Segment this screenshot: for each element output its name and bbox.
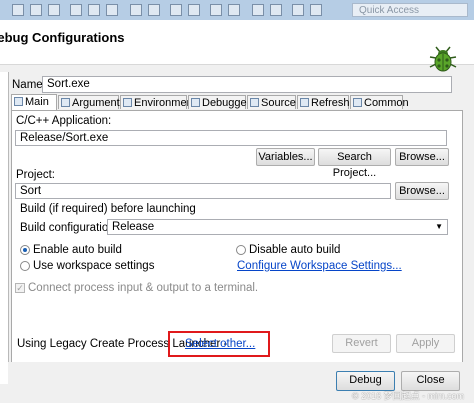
build-configuration-select[interactable]: Release ▼ — [107, 219, 448, 235]
browse-application-button[interactable]: Browse... — [395, 148, 449, 166]
watermark: © 2016 梦回起点 - mim.com — [352, 391, 465, 401]
refresh-tab-icon — [300, 98, 309, 107]
toolbar-icon[interactable] — [106, 4, 118, 16]
name-label: Name: — [12, 79, 46, 91]
tab-label: Main — [25, 96, 49, 108]
disable-auto-build-label: Disable auto build — [249, 244, 341, 256]
bug-icon — [429, 46, 457, 72]
debugger-tab-icon — [191, 98, 200, 107]
tab-bar: Main Arguments Environment Debugger Sour… — [11, 94, 459, 110]
toolbar-icon[interactable] — [170, 4, 182, 16]
quick-access-input[interactable]: Quick Access — [352, 3, 468, 17]
tab-label: Common — [364, 97, 409, 109]
toolbar-icon[interactable] — [12, 4, 24, 16]
tab-debugger[interactable]: Debugger — [188, 95, 250, 109]
connect-process-label: Connect process input & output to a term… — [28, 282, 259, 294]
tab-environment[interactable]: Environment — [120, 95, 196, 109]
application-label: C/C++ Application: — [16, 115, 112, 127]
toolbar-icon[interactable] — [188, 4, 200, 16]
tab-label: Debugger — [202, 97, 251, 109]
disable-auto-build-radio[interactable] — [236, 245, 246, 255]
toolbar-icon[interactable] — [88, 4, 100, 16]
enable-auto-build-radio[interactable] — [20, 245, 30, 255]
variables-button[interactable]: Variables... — [256, 148, 315, 166]
source-tab-icon — [250, 98, 259, 107]
toolbar-icon[interactable] — [148, 4, 160, 16]
configuration-list-edge[interactable] — [0, 72, 9, 384]
dialog-title-area: Debug Configurations — [0, 20, 474, 72]
toolbar-icon[interactable] — [228, 4, 240, 16]
toolbar-icon[interactable] — [70, 4, 82, 16]
arguments-tab-icon — [61, 98, 70, 107]
window-toolbar-strip: Quick Access — [0, 0, 474, 21]
build-heading: Build (if required) before launching — [20, 203, 196, 215]
close-button[interactable]: Close — [401, 371, 460, 391]
revert-button[interactable]: Revert — [332, 334, 391, 353]
tab-refresh[interactable]: Refresh — [297, 95, 350, 109]
apply-button[interactable]: Apply — [396, 334, 455, 353]
project-label: Project: — [16, 169, 55, 181]
toolbar-icon[interactable] — [130, 4, 142, 16]
toolbar-icon[interactable] — [270, 4, 282, 16]
configure-workspace-settings-link[interactable]: Configure Workspace Settings... — [237, 260, 402, 272]
search-project-button[interactable]: Search Project... — [318, 148, 391, 179]
enable-auto-build-label: Enable auto build — [33, 244, 122, 256]
use-workspace-settings-label: Use workspace settings — [33, 260, 155, 272]
toolbar-icon[interactable] — [292, 4, 304, 16]
connect-process-checkbox[interactable]: ✓ — [15, 283, 25, 293]
dialog-title: Debug Configurations — [0, 30, 125, 45]
browse-project-button[interactable]: Browse... — [395, 182, 449, 200]
toolbar-icon[interactable] — [252, 4, 264, 16]
toolbar-icon[interactable] — [310, 4, 322, 16]
debug-button[interactable]: Debug — [336, 371, 395, 391]
tab-main[interactable]: Main — [11, 94, 57, 110]
environment-tab-icon — [123, 98, 132, 107]
main-tab-icon — [14, 97, 23, 106]
build-configuration-label: Build configuration: — [20, 222, 118, 234]
tab-label: Environment — [134, 97, 196, 109]
tab-label: Arguments — [72, 97, 126, 109]
highlight-box — [168, 331, 270, 357]
toolbar-icon[interactable] — [48, 4, 60, 16]
tab-common[interactable]: Common — [350, 95, 409, 109]
use-workspace-settings-radio[interactable] — [20, 261, 30, 271]
application-field[interactable]: Release/Sort.exe — [15, 130, 447, 146]
common-tab-icon — [353, 98, 362, 107]
toolbar-icon[interactable] — [210, 4, 222, 16]
tab-arguments[interactable]: Arguments — [58, 95, 125, 109]
project-field[interactable]: Sort — [15, 183, 391, 199]
tab-source[interactable]: Source — [247, 95, 296, 109]
tab-label: Source — [261, 97, 296, 109]
toolbar-icon[interactable] — [30, 4, 42, 16]
chevron-down-icon: ▼ — [435, 222, 443, 231]
name-field[interactable]: Sort.exe — [42, 76, 452, 93]
build-configuration-value: Release — [112, 221, 155, 233]
tab-label: Refresh — [311, 97, 350, 109]
